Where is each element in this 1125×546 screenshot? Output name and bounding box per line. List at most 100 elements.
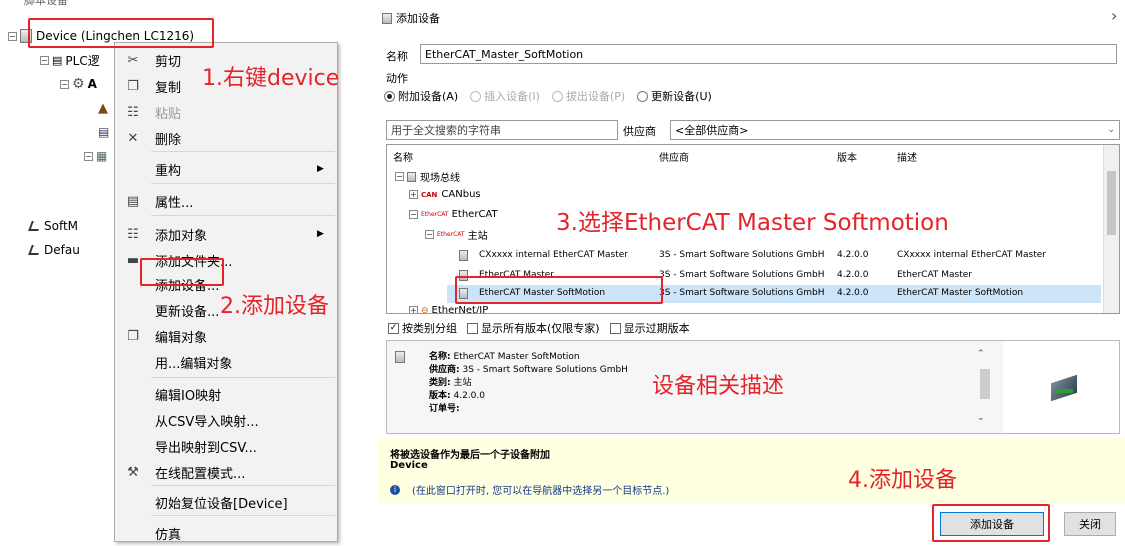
collapse-icon[interactable]: − [425, 230, 434, 239]
tree-item-default[interactable]: Defau [28, 240, 80, 260]
device-row[interactable]: CXxxxx internal EtherCAT Master 3S - Smar… [447, 247, 1101, 265]
tree-item-master[interactable]: − EtherCAT 主站 [425, 227, 488, 242]
collapse-icon[interactable]: − [8, 31, 17, 41]
collapse-icon[interactable]: − [395, 172, 404, 181]
info-version-key: 版本: [429, 391, 451, 401]
list-scrollbar[interactable] [1103, 145, 1119, 313]
checkbox-label: 显示过期版本 [623, 322, 690, 335]
menu-item-2[interactable]: ☷ 粘贴 [115, 99, 337, 125]
close-button[interactable]: 关闭 [1064, 512, 1116, 536]
tree-item-application[interactable]: − ⚙ A [60, 74, 97, 94]
radio-label: 拔出设备(P) [565, 90, 626, 103]
column-header-description[interactable]: 描述 [897, 149, 917, 164]
tree-item-canbus[interactable]: + CAN CANbus [409, 189, 481, 200]
menu-item-15[interactable]: ⚒ 在线配置模式... [115, 459, 337, 485]
menu-item-12[interactable]: 编辑IO映射 [115, 381, 337, 407]
dialog-title: 添加设备 [396, 12, 440, 25]
info-name-value: EtherCAT Master SoftMotion [453, 352, 580, 362]
info-scroll-up-icon[interactable]: ⌃ [977, 349, 985, 359]
expand-icon[interactable]: + [409, 306, 418, 313]
canbus-icon: CAN [421, 190, 438, 199]
menu-separator [151, 515, 335, 516]
column-header-name[interactable]: 名称 [393, 149, 413, 164]
name-input[interactable]: EtherCAT_Master_SoftMotion [420, 44, 1117, 64]
annotation-step3: 3.选择EtherCAT Master Softmotion [556, 210, 949, 236]
collapse-icon[interactable]: − [409, 210, 418, 219]
device-icon [382, 12, 392, 24]
menu-item-10[interactable]: ❐ 编辑对象 [115, 323, 337, 349]
footer-hint: i (在此窗口打开时, 您可以在导航器中选择另一个目标节点.) [390, 482, 669, 497]
device-row-name: CXxxxx internal EtherCAT Master [479, 250, 629, 260]
softmotion-label: SoftM [44, 219, 79, 233]
device-row-version: 4.2.0.0 [837, 288, 869, 298]
edit-object-icon: ❐ [127, 328, 139, 344]
collapse-icon[interactable]: − [84, 151, 93, 161]
scissors-icon: ✂ [127, 52, 139, 68]
tree-item-softmotion[interactable]: SoftM [28, 216, 79, 236]
checkbox-option-1[interactable]: 显示所有版本(仅限专家) [467, 320, 600, 336]
highlight-device [28, 18, 214, 48]
radio-dot [637, 90, 649, 102]
checkbox-option-0[interactable]: ✓ 按类别分组 [388, 320, 457, 336]
vendor-select[interactable]: <全部供应商> ⌄ [670, 120, 1120, 140]
plc-logic-label: PLC逻 [65, 53, 100, 68]
dialog-title-bar: 添加设备 [382, 10, 440, 26]
menu-item-label: 添加对象 [155, 228, 208, 244]
menu-item-14[interactable]: 导出映射到CSV... [115, 433, 337, 459]
radio-action-2[interactable]: 拔出设备(P) [551, 88, 626, 104]
menu-item-4[interactable]: 重构 ▶ [115, 156, 337, 182]
menu-item-label: 用...编辑对象 [155, 356, 233, 372]
device-icon [395, 351, 405, 363]
device-row-version: 4.2.0.0 [837, 270, 869, 280]
search-input[interactable]: 用于全文搜索的字符串 [386, 120, 618, 140]
device-row-vendor: 3S - Smart Software Solutions GmbH [659, 288, 825, 298]
info-icon: i [390, 484, 400, 495]
program-icon[interactable]: ▤ [98, 122, 109, 142]
paste-icon: ☷ [127, 104, 139, 120]
menu-item-11[interactable]: 用...编辑对象 [115, 349, 337, 375]
collapse-icon[interactable]: − [60, 79, 69, 89]
info-name-key: 名称: [429, 352, 451, 362]
column-header-vendor[interactable]: 供应商 [659, 149, 689, 164]
radio-action-3[interactable]: 更新设备(U) [637, 88, 712, 104]
checkbox-option-2[interactable]: 显示过期版本 [609, 320, 690, 336]
device-row-vendor: 3S - Smart Software Solutions GmbH [659, 250, 825, 260]
collapse-icon[interactable]: − [40, 55, 49, 65]
menu-item-17[interactable]: 仿真 [115, 520, 337, 546]
tree-partial-item: 脚本设备 [24, 0, 68, 7]
radio-action-0[interactable]: 附加设备(A) [384, 88, 458, 104]
info-scroll-down-icon[interactable]: ⌄ [977, 413, 985, 423]
axis-pool-icon [28, 245, 42, 255]
vendor-label: 供应商 [623, 125, 656, 138]
default-label: Defau [44, 243, 80, 257]
scrollbar-thumb[interactable] [1107, 171, 1116, 235]
task-icon: ▦ [96, 149, 108, 163]
properties-icon: ▤ [126, 193, 140, 209]
menu-item-16[interactable]: 初始复位设备[Device] [115, 489, 337, 515]
close-icon[interactable]: › [1111, 6, 1117, 25]
info-order-key: 订单号: [429, 404, 460, 414]
menu-separator [151, 183, 335, 184]
menu-item-label: 导出映射到CSV... [155, 440, 257, 456]
highlight-add-button [932, 504, 1050, 542]
menu-item-label: 属性... [155, 195, 194, 211]
expand-icon[interactable]: + [409, 190, 418, 199]
info-scrollbar-thumb[interactable] [980, 369, 990, 399]
menu-item-13[interactable]: 从CSV导入映射... [115, 407, 337, 433]
radio-action-1[interactable]: 插入设备(I) [470, 88, 540, 104]
column-header-version[interactable]: 版本 [837, 149, 857, 164]
menu-item-3[interactable]: ✕ 删除 [115, 125, 337, 151]
menu-separator [151, 215, 335, 216]
menu-item-label: 仿真 [155, 527, 182, 543]
menu-item-6[interactable]: ☷ 添加对象 ▶ [115, 221, 337, 247]
tree-item-ethernetip[interactable]: + ⊖ EtherNet/IP [409, 305, 488, 313]
tree-item-ethercat[interactable]: − EtherCAT EtherCAT [409, 209, 498, 220]
tree-item-fieldbus[interactable]: − 现场总线 [395, 169, 460, 184]
library-manager-icon[interactable]: ▲ [98, 98, 108, 118]
copy-icon: ❐ [127, 78, 139, 94]
tree-item-plc-logic[interactable]: − ▤ PLC逻 [40, 50, 100, 70]
tree-item-task-config[interactable]: − ▦ [84, 146, 107, 166]
menu-item-5[interactable]: ▤ 属性... [115, 188, 337, 214]
ethercat-label: EtherCAT [451, 209, 498, 220]
gear-icon: ⚙ [72, 76, 85, 92]
